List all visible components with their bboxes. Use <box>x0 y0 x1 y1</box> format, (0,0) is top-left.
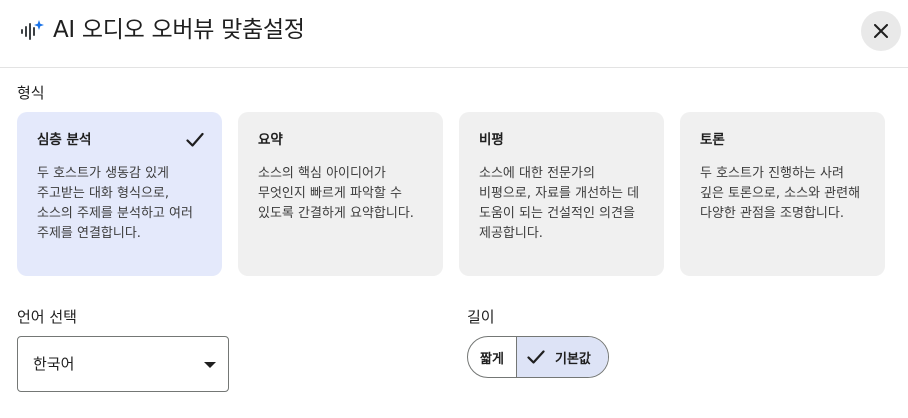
format-card-deep-dive[interactable]: 심층 분석 두 호스트가 생동감 있게 주고받는 대화 형식으로, 소스의 주제… <box>17 112 222 276</box>
card-title: 비평 <box>479 132 504 148</box>
sparkle-audio-icon <box>21 20 44 40</box>
format-card-debate[interactable]: 토론 두 호스트가 진행하는 사려 깊은 토론으로, 소스와 관련해 다양한 관… <box>680 112 885 276</box>
length-option-short[interactable]: 짧게 <box>468 337 517 377</box>
length-option-default[interactable]: 기본값 <box>517 337 608 377</box>
check-icon <box>186 132 204 147</box>
card-title: 요약 <box>258 132 283 148</box>
card-description: 소스에 대한 전문가의 비평으로, 자료를 개선하는 데 도움이 되는 건설적인… <box>479 166 640 241</box>
card-title: 토론 <box>700 132 725 148</box>
format-label: 형식 <box>17 84 45 102</box>
card-description: 두 호스트가 진행하는 사려 깊은 토론으로, 소스와 관련해 다양한 관점을 … <box>700 166 861 221</box>
dialog-header: AI 오디오 오버뷰 맞춤설정 <box>0 0 908 68</box>
length-label: 길이 <box>467 308 495 326</box>
dropdown-arrow-icon <box>204 362 216 368</box>
format-card-summary[interactable]: 요약 소스의 핵심 아이디어가 무엇인지 빠르게 파악할 수 있도록 간결하게 … <box>238 112 443 276</box>
length-option-label: 기본값 <box>555 351 591 367</box>
format-card-critique[interactable]: 비평 소스에 대한 전문가의 비평으로, 자료를 개선하는 데 도움이 되는 건… <box>459 112 664 276</box>
language-select[interactable]: 한국어 <box>17 336 229 392</box>
length-segmented-control: 짧게 기본값 <box>467 336 609 378</box>
close-button[interactable] <box>861 11 901 51</box>
language-select-value: 한국어 <box>33 355 75 373</box>
card-description: 두 호스트가 생동감 있게 주고받는 대화 형식으로, 소스의 주제를 분석하고… <box>37 166 193 241</box>
dialog-title: AI 오디오 오버뷰 맞춤설정 <box>53 17 305 43</box>
length-option-label: 짧게 <box>480 351 504 367</box>
card-description: 소스의 핵심 아이디어가 무엇인지 빠르게 파악할 수 있도록 간결하게 요약합… <box>258 166 414 221</box>
check-icon <box>527 350 545 364</box>
close-icon <box>874 24 888 38</box>
language-label: 언어 선택 <box>17 308 77 326</box>
card-title: 심층 분석 <box>37 132 92 148</box>
